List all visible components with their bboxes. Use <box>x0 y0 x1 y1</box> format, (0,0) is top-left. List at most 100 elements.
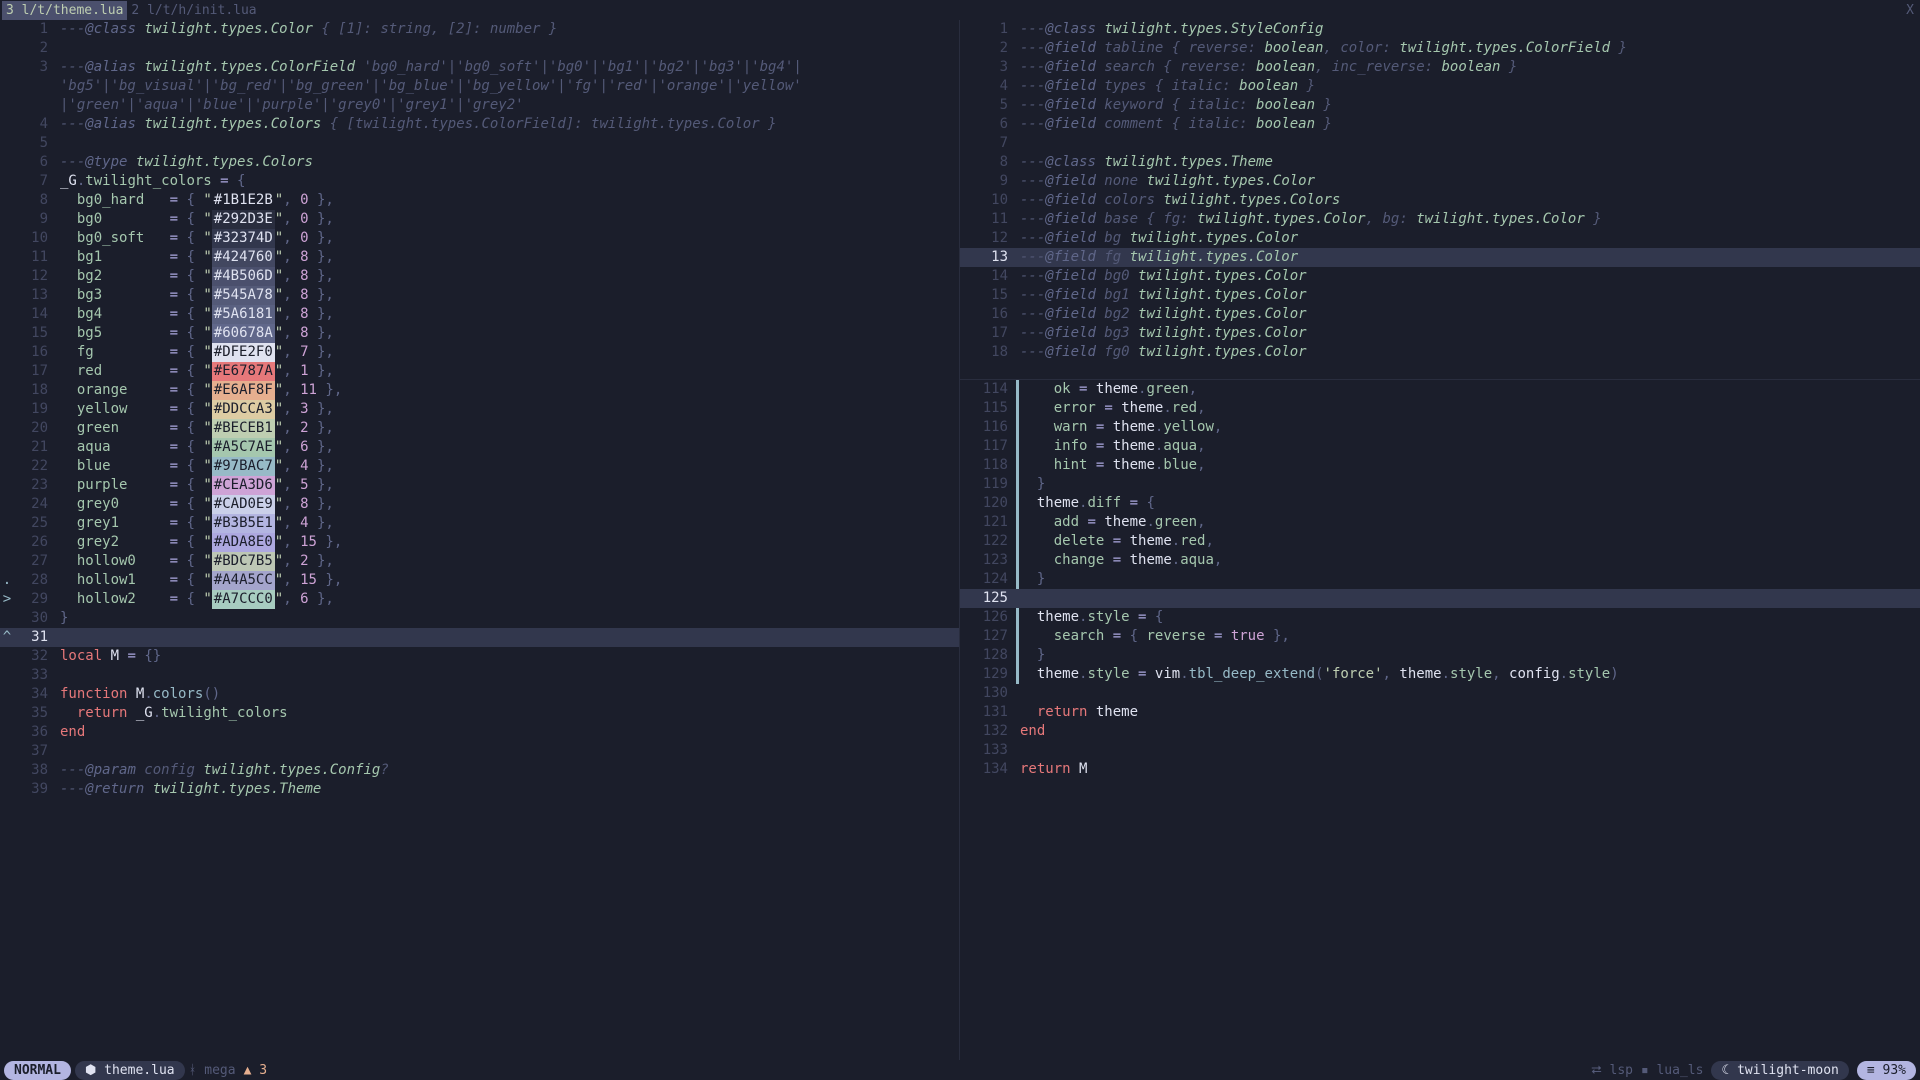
code-line[interactable]: 7 <box>960 134 1920 153</box>
code-line[interactable]: 13---@field fg twilight.types.Color <box>960 248 1920 267</box>
line-content[interactable]: ---@field keyword { italic: boolean } <box>1020 96 1920 115</box>
code-line[interactable]: 25 grey1 = { "#B3B5E1", 4 }, <box>0 514 959 533</box>
code-line[interactable]: 1---@class twilight.types.Color { [1]: s… <box>0 20 959 39</box>
tab-2[interactable]: 2 l/t/h/init.lua <box>127 1 260 20</box>
line-content[interactable]: ---@field types { italic: boolean } <box>1020 77 1920 96</box>
code-line[interactable]: 6---@field comment { italic: boolean } <box>960 115 1920 134</box>
line-content[interactable]: grey0 = { "#CAD0E9", 8 }, <box>60 495 959 514</box>
code-line[interactable]: 32local M = {} <box>0 647 959 666</box>
code-line[interactable]: 30} <box>0 609 959 628</box>
code-line[interactable]: 24 grey0 = { "#CAD0E9", 8 }, <box>0 495 959 514</box>
code-line[interactable]: 5 <box>0 134 959 153</box>
code-line[interactable]: 129 theme.style = vim.tbl_deep_extend('f… <box>960 665 1920 684</box>
code-line[interactable]: 34function M.colors() <box>0 685 959 704</box>
code-line[interactable]: 10 bg0_soft = { "#32374D", 0 }, <box>0 229 959 248</box>
line-content[interactable]: _G.twilight_colors = { <box>60 172 959 191</box>
code-line[interactable]: 8 bg0_hard = { "#1B1E2B", 0 }, <box>0 191 959 210</box>
line-content[interactable]: bg2 = { "#4B506D", 8 }, <box>60 267 959 286</box>
code-line[interactable]: 3---@alias twilight.types.ColorField 'bg… <box>0 58 959 77</box>
right-bottom-code[interactable]: 114 ok = theme.green,115 error = theme.r… <box>960 380 1920 779</box>
right-top-code[interactable]: 1---@class twilight.types.StyleConfig2--… <box>960 20 1920 362</box>
code-line[interactable]: 118 hint = theme.blue, <box>960 456 1920 475</box>
line-content[interactable]: ---@field bg1 twilight.types.Color <box>1020 286 1920 305</box>
line-content[interactable]: ---@field tabline { reverse: boolean, co… <box>1020 39 1920 58</box>
code-line[interactable]: 10---@field colors twilight.types.Colors <box>960 191 1920 210</box>
code-line[interactable]: 35 return _G.twilight_colors <box>0 704 959 723</box>
code-line[interactable]: 19 yellow = { "#DDCCA3", 3 }, <box>0 400 959 419</box>
line-content[interactable] <box>60 742 959 761</box>
line-content[interactable]: orange = { "#E6AF8F", 11 }, <box>60 381 959 400</box>
code-line[interactable]: 126 theme.style = { <box>960 608 1920 627</box>
line-content[interactable] <box>60 134 959 153</box>
code-line[interactable]: 16 fg = { "#DFE2F0", 7 }, <box>0 343 959 362</box>
code-line[interactable]: 9 bg0 = { "#292D3E", 0 }, <box>0 210 959 229</box>
code-line[interactable]: 11---@field base { fg: twilight.types.Co… <box>960 210 1920 229</box>
line-content[interactable]: ---@field bg0 twilight.types.Color <box>1020 267 1920 286</box>
line-content[interactable]: ---@field bg3 twilight.types.Color <box>1020 324 1920 343</box>
line-content[interactable]: bg5 = { "#60678A", 8 }, <box>60 324 959 343</box>
line-content[interactable]: grey1 = { "#B3B5E1", 4 }, <box>60 514 959 533</box>
line-content[interactable]: function M.colors() <box>60 685 959 704</box>
code-line[interactable]: 119 } <box>960 475 1920 494</box>
right-bottom-pane[interactable]: 114 ok = theme.green,115 error = theme.r… <box>960 380 1920 1060</box>
line-content[interactable]: theme.style = { <box>1016 608 1920 627</box>
code-line[interactable]: 123 change = theme.aqua, <box>960 551 1920 570</box>
code-line[interactable]: 134return M <box>960 760 1920 779</box>
code-line[interactable]: 18 orange = { "#E6AF8F", 11 }, <box>0 381 959 400</box>
code-line[interactable]: 2---@field tabline { reverse: boolean, c… <box>960 39 1920 58</box>
code-line[interactable]: 12---@field bg twilight.types.Color <box>960 229 1920 248</box>
line-content[interactable]: } <box>1016 646 1920 665</box>
code-line[interactable]: 127 search = { reverse = true }, <box>960 627 1920 646</box>
right-top-pane[interactable]: 1---@class twilight.types.StyleConfig2--… <box>960 20 1920 380</box>
line-content[interactable]: } <box>1016 475 1920 494</box>
code-line[interactable]: 16---@field bg2 twilight.types.Color <box>960 305 1920 324</box>
code-line[interactable]: 114 ok = theme.green, <box>960 380 1920 399</box>
code-line[interactable]: 14 bg4 = { "#5A6181", 8 }, <box>0 305 959 324</box>
code-line[interactable]: 2 <box>0 39 959 58</box>
code-line[interactable]: 36end <box>0 723 959 742</box>
line-content[interactable]: change = theme.aqua, <box>1016 551 1920 570</box>
line-content[interactable] <box>1020 589 1920 608</box>
code-line[interactable]: 17---@field bg3 twilight.types.Color <box>960 324 1920 343</box>
line-content[interactable]: ---@field colors twilight.types.Colors <box>1020 191 1920 210</box>
line-content[interactable]: aqua = { "#A5C7AE", 6 }, <box>60 438 959 457</box>
code-line[interactable]: 15---@field bg1 twilight.types.Color <box>960 286 1920 305</box>
line-content[interactable]: bg3 = { "#545A78", 8 }, <box>60 286 959 305</box>
line-content[interactable] <box>60 628 959 647</box>
code-line[interactable]: |'green'|'aqua'|'blue'|'purple'|'grey0'|… <box>0 96 959 115</box>
line-content[interactable]: end <box>60 723 959 742</box>
code-line[interactable]: 27 hollow0 = { "#BDC7B5", 2 }, <box>0 552 959 571</box>
code-line[interactable]: 116 warn = theme.yellow, <box>960 418 1920 437</box>
colorscheme-pill[interactable]: ☾ twilight-moon <box>1711 1061 1848 1080</box>
line-content[interactable]: ---@field search { reverse: boolean, inc… <box>1020 58 1920 77</box>
code-line[interactable]: 26 grey2 = { "#ADA8E0", 15 }, <box>0 533 959 552</box>
line-content[interactable]: ---@field none twilight.types.Color <box>1020 172 1920 191</box>
code-line[interactable]: 21 aqua = { "#A5C7AE", 6 }, <box>0 438 959 457</box>
code-line[interactable]: 125 <box>960 589 1920 608</box>
line-content[interactable]: bg0_hard = { "#1B1E2B", 0 }, <box>60 191 959 210</box>
line-content[interactable]: ---@alias twilight.types.ColorField 'bg0… <box>60 58 959 77</box>
code-line[interactable]: >29 hollow2 = { "#A7CCC0", 6 }, <box>0 590 959 609</box>
line-content[interactable]: ---@param config twilight.types.Config? <box>60 761 959 780</box>
line-content[interactable]: red = { "#E6787A", 1 }, <box>60 362 959 381</box>
code-line[interactable]: 'bg5'|'bg_visual'|'bg_red'|'bg_green'|'b… <box>0 77 959 96</box>
code-line[interactable]: 38---@param config twilight.types.Config… <box>0 761 959 780</box>
code-line[interactable]: 4---@alias twilight.types.Colors { [twil… <box>0 115 959 134</box>
code-line[interactable]: 132end <box>960 722 1920 741</box>
code-line[interactable]: 128 } <box>960 646 1920 665</box>
line-content[interactable]: |'green'|'aqua'|'blue'|'purple'|'grey0'|… <box>60 96 959 115</box>
code-line[interactable]: 33 <box>0 666 959 685</box>
line-content[interactable] <box>60 39 959 58</box>
code-line[interactable]: 23 purple = { "#CEA3D6", 5 }, <box>0 476 959 495</box>
line-content[interactable]: blue = { "#97BAC7", 4 }, <box>60 457 959 476</box>
code-line[interactable]: 131 return theme <box>960 703 1920 722</box>
line-content[interactable]: ---@field bg twilight.types.Color <box>1020 229 1920 248</box>
code-line[interactable]: 15 bg5 = { "#60678A", 8 }, <box>0 324 959 343</box>
line-content[interactable]: search = { reverse = true }, <box>1016 627 1920 646</box>
line-content[interactable]: ---@field base { fg: twilight.types.Colo… <box>1020 210 1920 229</box>
line-content[interactable]: return theme <box>1020 703 1920 722</box>
line-content[interactable]: 'bg5'|'bg_visual'|'bg_red'|'bg_green'|'b… <box>60 77 959 96</box>
code-line[interactable]: 37 <box>0 742 959 761</box>
line-content[interactable]: hollow0 = { "#BDC7B5", 2 }, <box>60 552 959 571</box>
code-line[interactable]: 117 info = theme.aqua, <box>960 437 1920 456</box>
